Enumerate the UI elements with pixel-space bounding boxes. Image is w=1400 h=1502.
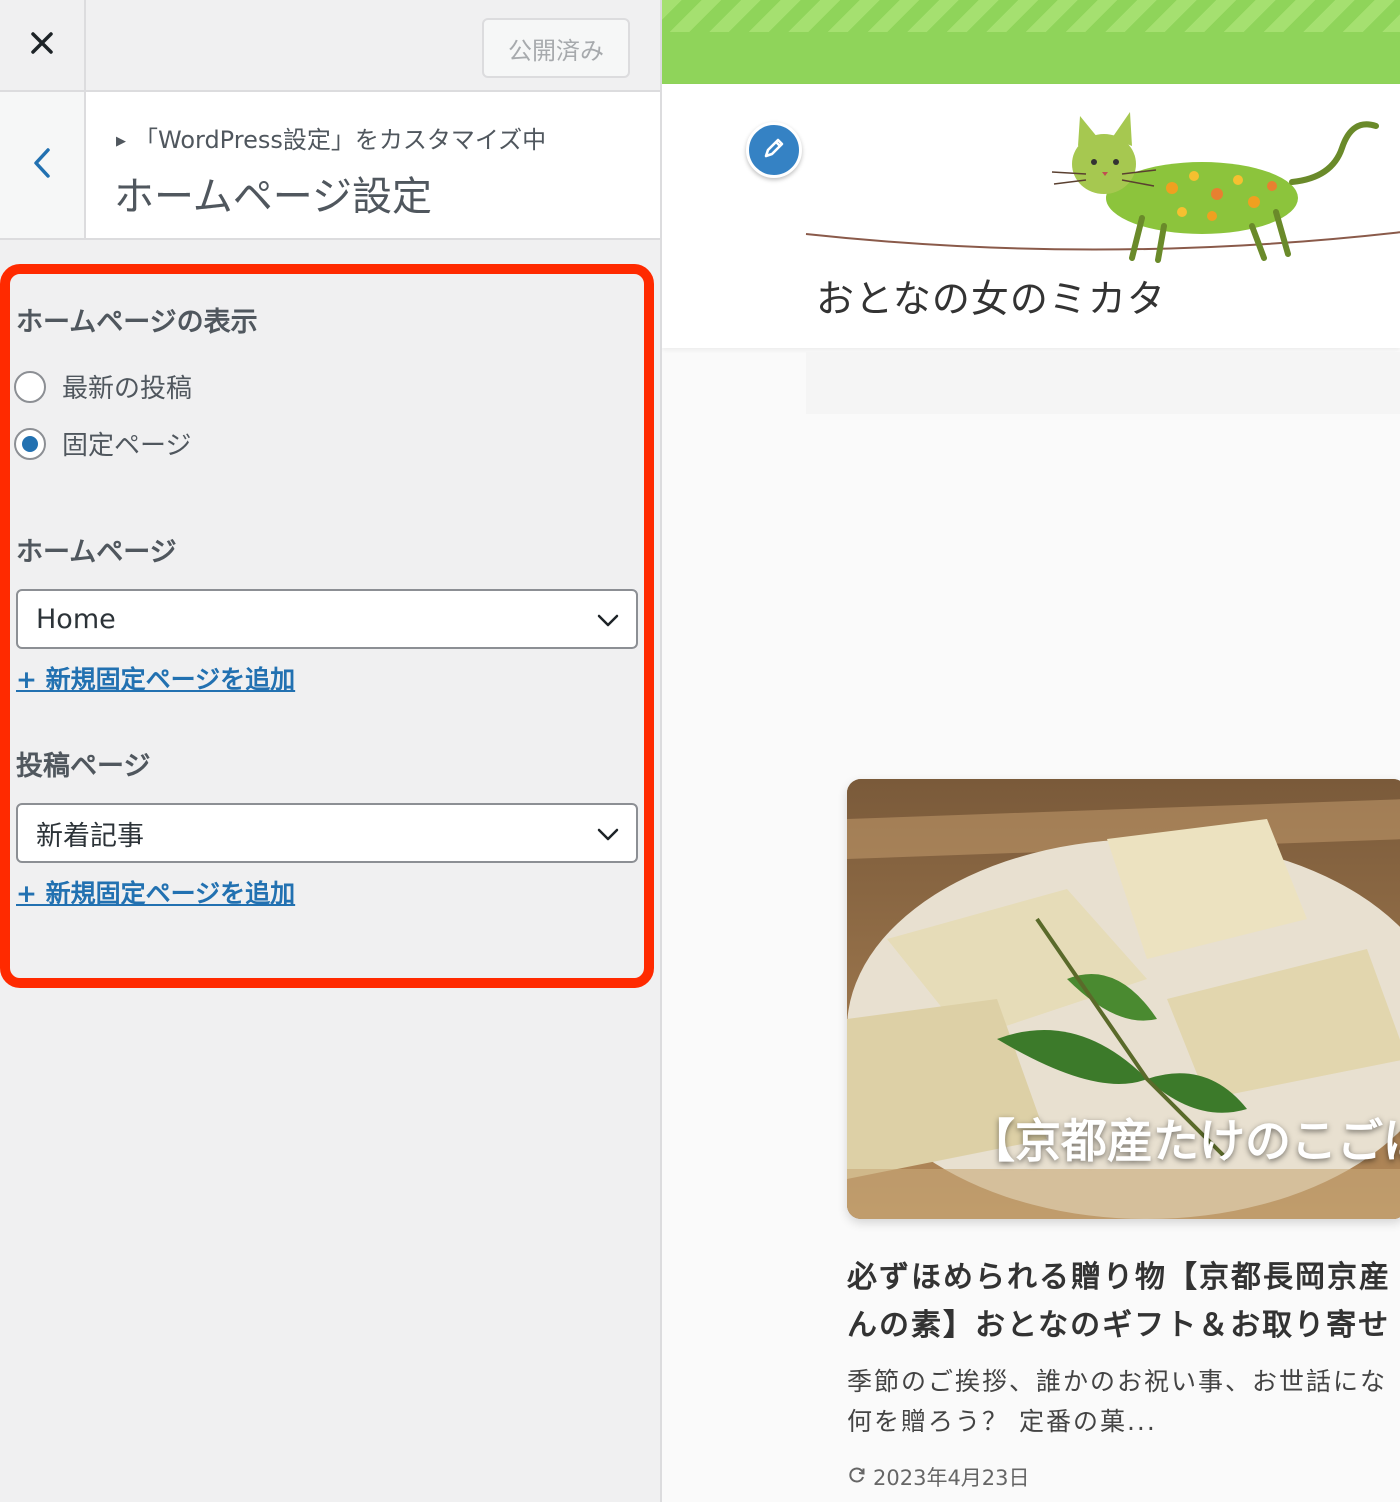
posts-page-select-value: 新着記事 xyxy=(36,820,144,852)
radio-latest-posts[interactable]: 最新の投稿 xyxy=(14,368,192,405)
site-title[interactable]: おとなの女のミカタ xyxy=(816,268,1166,323)
radio-label: 最新の投稿 xyxy=(62,374,193,404)
chevron-down-icon xyxy=(596,609,620,640)
featured-image[interactable]: 【京都産たけのこごは xyxy=(847,779,1400,1219)
add-page-link[interactable]: + 新規固定ページを追加 xyxy=(16,660,295,696)
triangle-right-icon: ▶ xyxy=(116,134,126,149)
edit-shortcut-button[interactable] xyxy=(746,122,802,178)
top-stripes xyxy=(662,0,1400,32)
cat-illustration-icon xyxy=(805,112,1400,263)
close-icon xyxy=(30,31,54,59)
post-excerpt-line: 何を贈ろう？ 定番の菓... xyxy=(847,1407,1157,1436)
breadcrumb-text: 「WordPress設定」をカスタマイズ中 xyxy=(134,126,547,154)
post-date-text: 2023年4月23日 xyxy=(873,1466,1030,1490)
homepage-title: ホームページ xyxy=(16,537,177,568)
close-button[interactable] xyxy=(0,0,86,90)
section-header: ▶ 「WordPress設定」をカスタマイズ中 ホームページ設定 xyxy=(0,92,660,240)
breadcrumb: ▶ 「WordPress設定」をカスタマイズ中 xyxy=(116,120,546,155)
radio-label: 固定ページ xyxy=(62,431,192,461)
post-title-line: 必ずほめられる贈り物【京都長岡京産 xyxy=(847,1260,1391,1295)
radio-button-checked[interactable] xyxy=(14,427,46,460)
pencil-icon xyxy=(761,135,787,165)
radio-static-page[interactable]: 固定ページ xyxy=(14,425,191,462)
featured-image-caption: 【京都産たけのこごは xyxy=(969,1114,1400,1168)
posts-page-title: 投稿ページ xyxy=(16,751,151,782)
section-title: ホームページ設定 xyxy=(114,174,432,220)
refresh-icon xyxy=(847,1465,867,1490)
customizer-panel: 公開済み ▶ 「WordPress設定」をカスタマイズ中 ホームページ設定 ホーム… xyxy=(0,0,662,1502)
back-button[interactable] xyxy=(0,92,86,238)
post-excerpt-line: 季節のご挨拶、誰かのお祝い事、お世話にな xyxy=(847,1367,1388,1396)
homepage-select-value: Home xyxy=(36,603,116,635)
customizer-header: 公開済み xyxy=(0,0,660,92)
publish-button[interactable]: 公開済み xyxy=(482,18,630,78)
radio-button[interactable] xyxy=(14,370,46,403)
homepage-select[interactable]: Home xyxy=(16,589,638,649)
post-date: 2023年4月23日 xyxy=(847,1462,1030,1492)
chevron-left-icon xyxy=(32,147,52,183)
add-page-link[interactable]: + 新規固定ページを追加 xyxy=(16,874,295,910)
chevron-down-icon xyxy=(596,823,620,854)
site-header: おとなの女のミカタ xyxy=(662,84,1400,348)
post-title-line: んの素】おとなのギフト＆お取り寄せ xyxy=(847,1308,1391,1343)
site-preview: おとなの女のミカタ 【京都産たけのこごは 必ずほめられる贈り物【京都長岡京産 ん… xyxy=(662,0,1400,1502)
homepage-display-title: ホームページの表示 xyxy=(16,307,258,338)
header-widget-area xyxy=(806,352,1400,414)
post-excerpt: 季節のご挨拶、誰かのお祝い事、お世話にな 何を贈ろう？ 定番の菓... xyxy=(847,1362,1400,1442)
post-title[interactable]: 必ずほめられる贈り物【京都長岡京産 んの素】おとなのギフト＆お取り寄せ xyxy=(847,1254,1400,1350)
posts-page-select[interactable]: 新着記事 xyxy=(16,803,638,863)
